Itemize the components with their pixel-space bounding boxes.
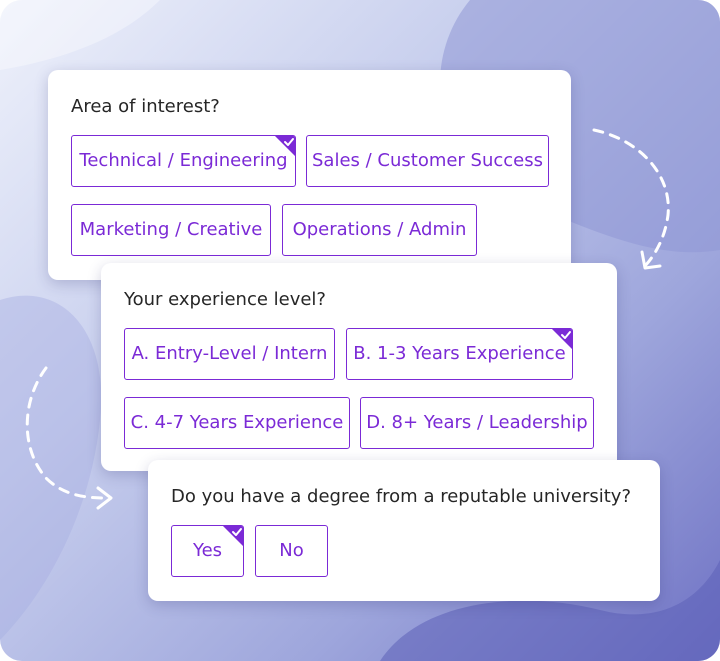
option-label: C. 4-7 Years Experience [130, 412, 344, 433]
option-marketing-creative[interactable]: Marketing / Creative [71, 204, 271, 256]
question-card-degree: Do you have a degree from a reputable un… [148, 460, 660, 601]
question-card-area-of-interest: Area of interest? Technical / Engineerin… [48, 70, 571, 280]
checkmark-icon [275, 136, 295, 156]
option-label: B. 1-3 Years Experience [353, 343, 566, 364]
option-technical-engineering[interactable]: Technical / Engineering [71, 135, 296, 187]
question-title: Do you have a degree from a reputable un… [171, 486, 632, 507]
option-label: No [279, 540, 304, 561]
option-yes[interactable]: Yes [171, 525, 244, 577]
option-label: Technical / Engineering [79, 150, 288, 171]
question-title: Your experience level? [124, 289, 326, 310]
option-4-7-years-experience[interactable]: C. 4-7 Years Experience [124, 397, 350, 449]
question-title: Area of interest? [71, 96, 220, 117]
option-no[interactable]: No [255, 525, 328, 577]
option-label: Operations / Admin [292, 219, 467, 240]
option-label: A. Entry-Level / Intern [131, 343, 328, 364]
option-sales-customer-success[interactable]: Sales / Customer Success [306, 135, 549, 187]
option-8-plus-years-leadership[interactable]: D. 8+ Years / Leadership [360, 397, 594, 449]
option-operations-admin[interactable]: Operations / Admin [282, 204, 477, 256]
option-label: Marketing / Creative [79, 219, 263, 240]
background-canvas: Area of interest? Technical / Engineerin… [0, 0, 720, 661]
option-1-3-years-experience[interactable]: B. 1-3 Years Experience [346, 328, 573, 380]
checkmark-icon [552, 329, 572, 349]
question-card-experience-level: Your experience level? A. Entry-Level / … [101, 263, 617, 471]
option-label: D. 8+ Years / Leadership [366, 412, 588, 433]
checkmark-icon [223, 526, 243, 546]
option-entry-level-intern[interactable]: A. Entry-Level / Intern [124, 328, 335, 380]
option-label: Yes [192, 540, 223, 561]
option-label: Sales / Customer Success [311, 150, 544, 171]
